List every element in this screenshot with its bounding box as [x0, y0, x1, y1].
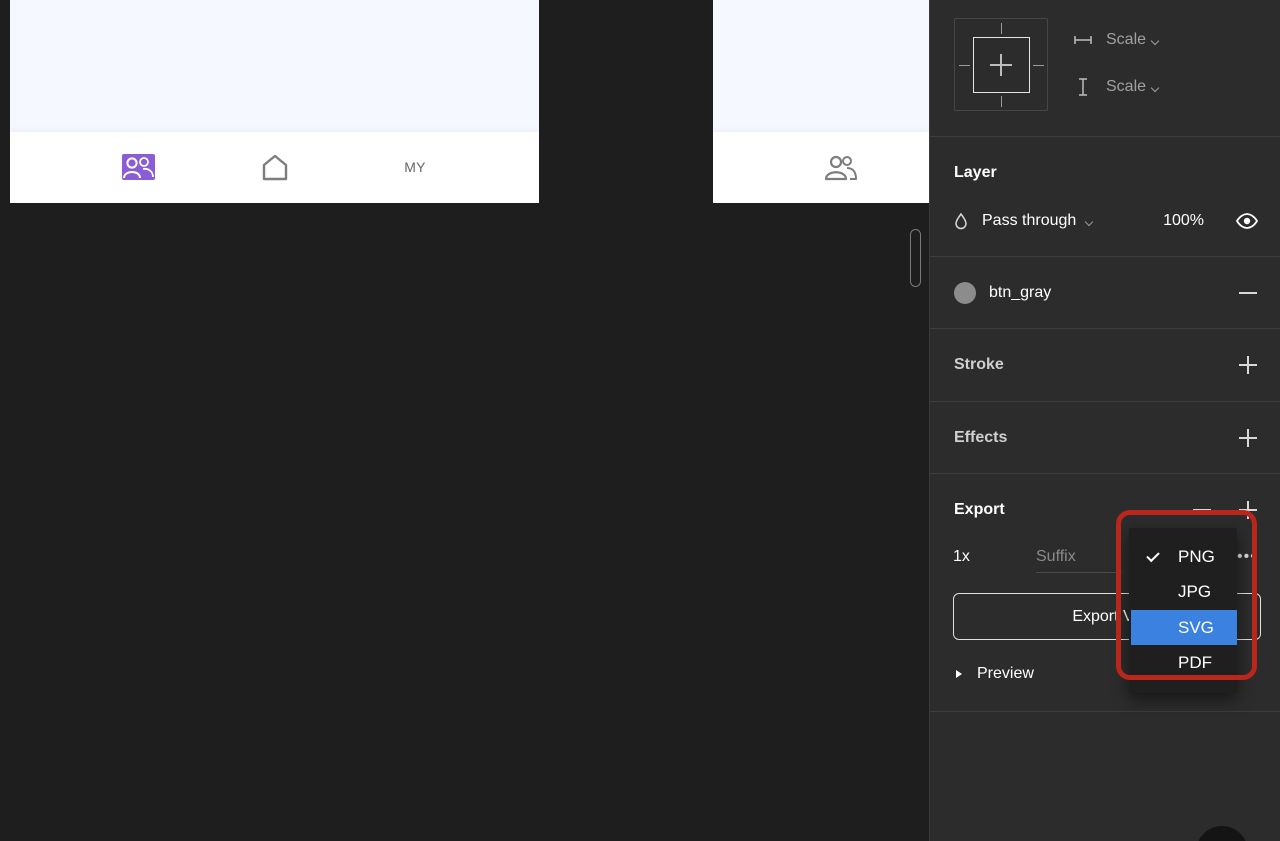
constraint-widget[interactable] [954, 18, 1048, 111]
export-title: Export [954, 501, 1005, 518]
home-icon [262, 154, 288, 181]
constraint-inner-box [973, 37, 1030, 93]
stroke-section: Stroke [930, 329, 1280, 402]
opacity-input[interactable]: 100% [1163, 212, 1204, 230]
bottom-tab-bar: MY [10, 132, 539, 203]
horizontal-constraint-value: Scale [1106, 31, 1147, 48]
detach-style-button[interactable] [1238, 283, 1258, 303]
tab-my[interactable]: MY [395, 150, 435, 184]
add-stroke-button[interactable] [1238, 355, 1258, 375]
constraint-top-line[interactable] [1001, 23, 1002, 34]
horizontal-constraint-icon [1074, 36, 1092, 44]
fill-style-row[interactable]: btn_gray [954, 281, 1258, 305]
layer-blend-row: Pass through 100% [954, 209, 1258, 233]
blend-mode-value: Pass through [982, 212, 1077, 229]
layer-title: Layer [954, 164, 997, 181]
design-canvas[interactable]: MY [0, 0, 929, 841]
effects-section: Effects [930, 402, 1280, 474]
constraint-center-h[interactable] [990, 64, 1012, 66]
mobile-frame-right[interactable] [713, 0, 929, 203]
fill-section: btn_gray [930, 257, 1280, 329]
canvas-scrollbar[interactable] [910, 229, 921, 287]
preview-label: Preview [977, 665, 1034, 682]
chevron-down-icon [1085, 217, 1094, 227]
fill-swatch[interactable] [954, 282, 976, 304]
format-option-png[interactable]: PNG [1131, 539, 1237, 574]
constraints-section: Scale Scale [930, 0, 1280, 137]
fill-style-name: btn_gray [989, 284, 1052, 301]
checkmark-icon [1146, 548, 1160, 563]
layer-section: Layer Pass through 100% [930, 137, 1280, 257]
mobile-frame-left[interactable]: MY [10, 0, 539, 203]
more-options-icon[interactable]: ••• [1237, 549, 1257, 565]
people-icon [824, 155, 857, 181]
blend-mode-select[interactable]: Pass through [982, 212, 1094, 230]
remove-export-button[interactable] [1192, 500, 1212, 520]
stroke-title: Stroke [954, 356, 1004, 373]
chevron-down-icon [1150, 83, 1160, 93]
bottom-tab-bar [713, 132, 929, 203]
eye-icon[interactable] [1236, 213, 1258, 229]
format-option-label: PNG [1178, 546, 1215, 566]
format-option-label: SVG [1178, 617, 1214, 637]
tab-community[interactable] [823, 150, 859, 184]
export-format-dropdown: PNG JPG SVG PDF [1129, 528, 1237, 693]
constraint-bottom-line[interactable] [1001, 96, 1002, 107]
vertical-constraint-select[interactable]: Scale [1074, 78, 1160, 96]
format-option-pdf[interactable]: PDF [1131, 645, 1237, 680]
format-option-label: JPG [1178, 581, 1212, 601]
add-export-button[interactable] [1238, 500, 1258, 520]
add-effect-button[interactable] [1238, 428, 1258, 448]
vertical-constraint-value: Scale [1106, 78, 1147, 95]
chevron-down-icon [1150, 36, 1160, 46]
tab-community[interactable] [120, 150, 156, 184]
blend-drop-icon [955, 212, 967, 230]
tab-home[interactable] [260, 150, 290, 184]
export-suffix-input[interactable]: Suffix [1036, 548, 1122, 573]
export-scale-select[interactable]: 1x [953, 548, 970, 566]
effects-title: Effects [954, 429, 1008, 446]
preview-toggle[interactable]: Preview [953, 665, 1034, 683]
tab-my-label: MY [404, 159, 426, 175]
properties-panel: Scale Scale Layer Pass through 100% btn_… [929, 0, 1280, 841]
community-icon [121, 154, 155, 180]
format-option-jpg[interactable]: JPG [1131, 574, 1237, 609]
vertical-constraint-icon [1079, 78, 1087, 96]
format-option-svg[interactable]: SVG [1131, 610, 1237, 645]
format-option-label: PDF [1178, 652, 1212, 672]
constraint-left-line[interactable] [959, 65, 970, 66]
constraint-right-line[interactable] [1033, 65, 1044, 66]
horizontal-constraint-select[interactable]: Scale [1074, 31, 1160, 49]
caret-right-icon [956, 670, 962, 678]
